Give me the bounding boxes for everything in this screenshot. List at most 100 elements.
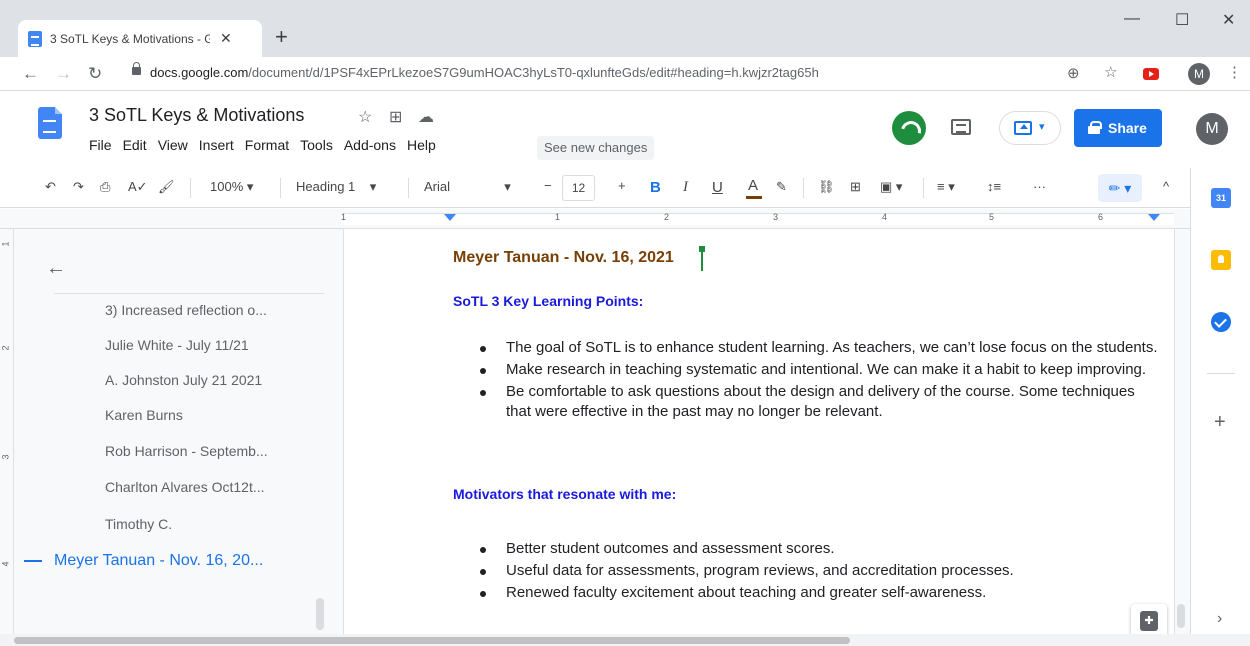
outline-item[interactable]: A. Johnston July 21 2021 [105, 372, 262, 388]
bold-button[interactable]: B [650, 179, 661, 196]
menu-format[interactable]: Format [245, 137, 289, 153]
star-icon[interactable]: ☆ [358, 107, 372, 127]
document-scrollbar[interactable] [1177, 604, 1185, 628]
menu-edit[interactable]: Edit [123, 137, 147, 153]
address-bar: ← → ↻ docs.google.com/document/d/1PSF4xE… [0, 57, 1250, 91]
font-select[interactable]: Arial ▾ [424, 179, 511, 195]
zoom-select[interactable]: 100% ▾ [210, 179, 253, 195]
ruler-number: 1 [555, 212, 561, 222]
chevron-up-icon[interactable]: ^ [1163, 179, 1169, 194]
ruler-number: 1 [0, 241, 11, 247]
see-new-changes-button[interactable]: See new changes [537, 136, 655, 160]
underline-button[interactable]: U [712, 179, 723, 196]
highlight-icon[interactable]: ✎ [776, 179, 787, 195]
url-host: docs.google.com [150, 65, 249, 80]
style-select[interactable]: Heading 1 ▾ [296, 179, 376, 195]
account-avatar[interactable]: M [1196, 113, 1228, 145]
lock-icon [132, 62, 141, 77]
add-comment-icon[interactable]: ⊞ [850, 179, 861, 195]
docs-logo-icon[interactable] [38, 107, 62, 139]
text-color-button[interactable]: A [745, 177, 763, 199]
outline-item[interactable]: Karen Burns [105, 407, 183, 423]
url-field[interactable]: docs.google.com/document/d/1PSF4xEPrLkez… [120, 61, 1160, 87]
active-outline-marker [24, 560, 42, 562]
more-icon[interactable]: ··· [1033, 179, 1046, 194]
ruler-number: 5 [989, 212, 995, 222]
editing-mode-button[interactable]: ✏ ▾ [1098, 174, 1142, 202]
outline-item[interactable]: 3) Increased reflection o... [105, 302, 267, 318]
calendar-icon[interactable]: 31 [1211, 188, 1231, 208]
outline-item[interactable]: Rob Harrison - Septemb... [105, 443, 268, 459]
insert-image-icon[interactable]: ▣ ▾ [880, 179, 902, 195]
document-page[interactable]: Meyer Tanuan - Nov. 16, 2021 SoTL 3 Key … [344, 229, 1174, 634]
move-folder-icon[interactable]: ⊞ [389, 107, 402, 127]
outline-scrollbar[interactable] [316, 598, 324, 630]
scrollbar-thumb[interactable] [14, 637, 850, 644]
bookmark-star-icon[interactable]: ☆ [1104, 63, 1117, 81]
outline-item[interactable]: Timothy C. [105, 516, 172, 532]
present-button[interactable]: ▾ [999, 111, 1061, 145]
meet-icon[interactable] [892, 111, 926, 145]
horizontal-ruler: 1 1 2 3 4 5 6 [0, 209, 1190, 229]
cloud-saved-icon[interactable]: ☁ [418, 107, 434, 127]
decrease-font-size-button[interactable]: − [544, 178, 552, 193]
ruler-number: 3 [0, 454, 11, 460]
align-icon[interactable]: ≡ ▾ [937, 179, 955, 195]
tab-title: 3 SoTL Keys & Motivations - Goo [50, 31, 210, 46]
horizontal-scrollbar[interactable] [0, 634, 1250, 646]
menu-tools[interactable]: Tools [300, 137, 333, 153]
left-indent-marker[interactable] [444, 214, 456, 221]
close-tab-icon[interactable]: ✕ [220, 30, 232, 47]
get-add-ons-icon[interactable]: + [1214, 411, 1226, 434]
outline-item[interactable]: Julie White - July 11/21 [105, 337, 249, 353]
reload-icon[interactable]: ↻ [88, 64, 102, 84]
line-spacing-icon[interactable]: ↕≡ [987, 179, 1001, 194]
font-size-input[interactable]: 12 [562, 175, 595, 201]
italic-button[interactable]: I [683, 179, 688, 196]
tasks-icon[interactable] [1211, 312, 1231, 332]
close-outline-arrow-icon[interactable]: ← [46, 257, 66, 280]
zoom-icon[interactable]: ⊕ [1067, 64, 1080, 82]
list-item: Make research in teaching systematic and… [478, 360, 1158, 380]
share-button[interactable]: Share [1074, 109, 1162, 147]
youtube-extension-icon[interactable] [1143, 68, 1159, 80]
chevron-right-icon[interactable]: › [1217, 610, 1222, 628]
zoom-value: 100% [210, 179, 244, 194]
increase-font-size-button[interactable]: + [618, 178, 626, 193]
maximize-button[interactable]: ☐ [1175, 10, 1189, 30]
link-icon[interactable]: ⛓ [818, 179, 835, 195]
right-indent-marker[interactable] [1148, 214, 1160, 221]
paint-format-icon[interactable]: 🖌 [158, 179, 175, 195]
forward-icon[interactable]: → [55, 64, 72, 84]
lock-icon [1088, 121, 1102, 134]
close-window-button[interactable]: ✕ [1222, 10, 1235, 30]
browser-menu-icon[interactable]: ⋮ [1227, 63, 1242, 81]
toolbar-divider [190, 178, 191, 198]
print-icon[interactable]: ⎙ [100, 179, 110, 195]
list-item: Better student outcomes and assessment s… [478, 539, 1158, 559]
browser-tab[interactable]: 3 SoTL Keys & Motivations - Goo ✕ [18, 20, 262, 57]
ruler-number: 2 [664, 212, 670, 222]
minimize-button[interactable]: — [1124, 10, 1140, 28]
menu-help[interactable]: Help [407, 137, 436, 153]
outline-item-active[interactable]: Meyer Tanuan - Nov. 16, 20... [54, 552, 263, 570]
present-screen-icon [1014, 121, 1032, 135]
undo-icon[interactable]: ↶ [45, 179, 56, 195]
menu-file[interactable]: File [89, 137, 112, 153]
menu-add-ons[interactable]: Add-ons [344, 137, 396, 153]
side-panel-divider [1207, 373, 1235, 374]
outline-item[interactable]: Charlton Alvares Oct12t... [105, 479, 265, 495]
menu-view[interactable]: View [158, 137, 188, 153]
url-path: /document/d/1PSF4xEPrLkezoeS7G9umHOAC3hy… [248, 65, 819, 80]
browser-profile-avatar[interactable]: M [1188, 63, 1210, 85]
side-panel: 31 + › [1190, 168, 1250, 634]
comment-history-icon[interactable] [951, 119, 971, 135]
keep-icon[interactable] [1211, 250, 1231, 270]
ruler-number: 4 [882, 212, 888, 222]
new-tab-button[interactable]: + [275, 24, 288, 50]
spellcheck-icon[interactable]: A✓ [128, 179, 148, 195]
menu-insert[interactable]: Insert [199, 137, 234, 153]
document-title[interactable]: 3 SoTL Keys & Motivations [89, 105, 304, 126]
redo-icon[interactable]: ↷ [73, 179, 84, 195]
back-icon[interactable]: ← [22, 64, 39, 84]
